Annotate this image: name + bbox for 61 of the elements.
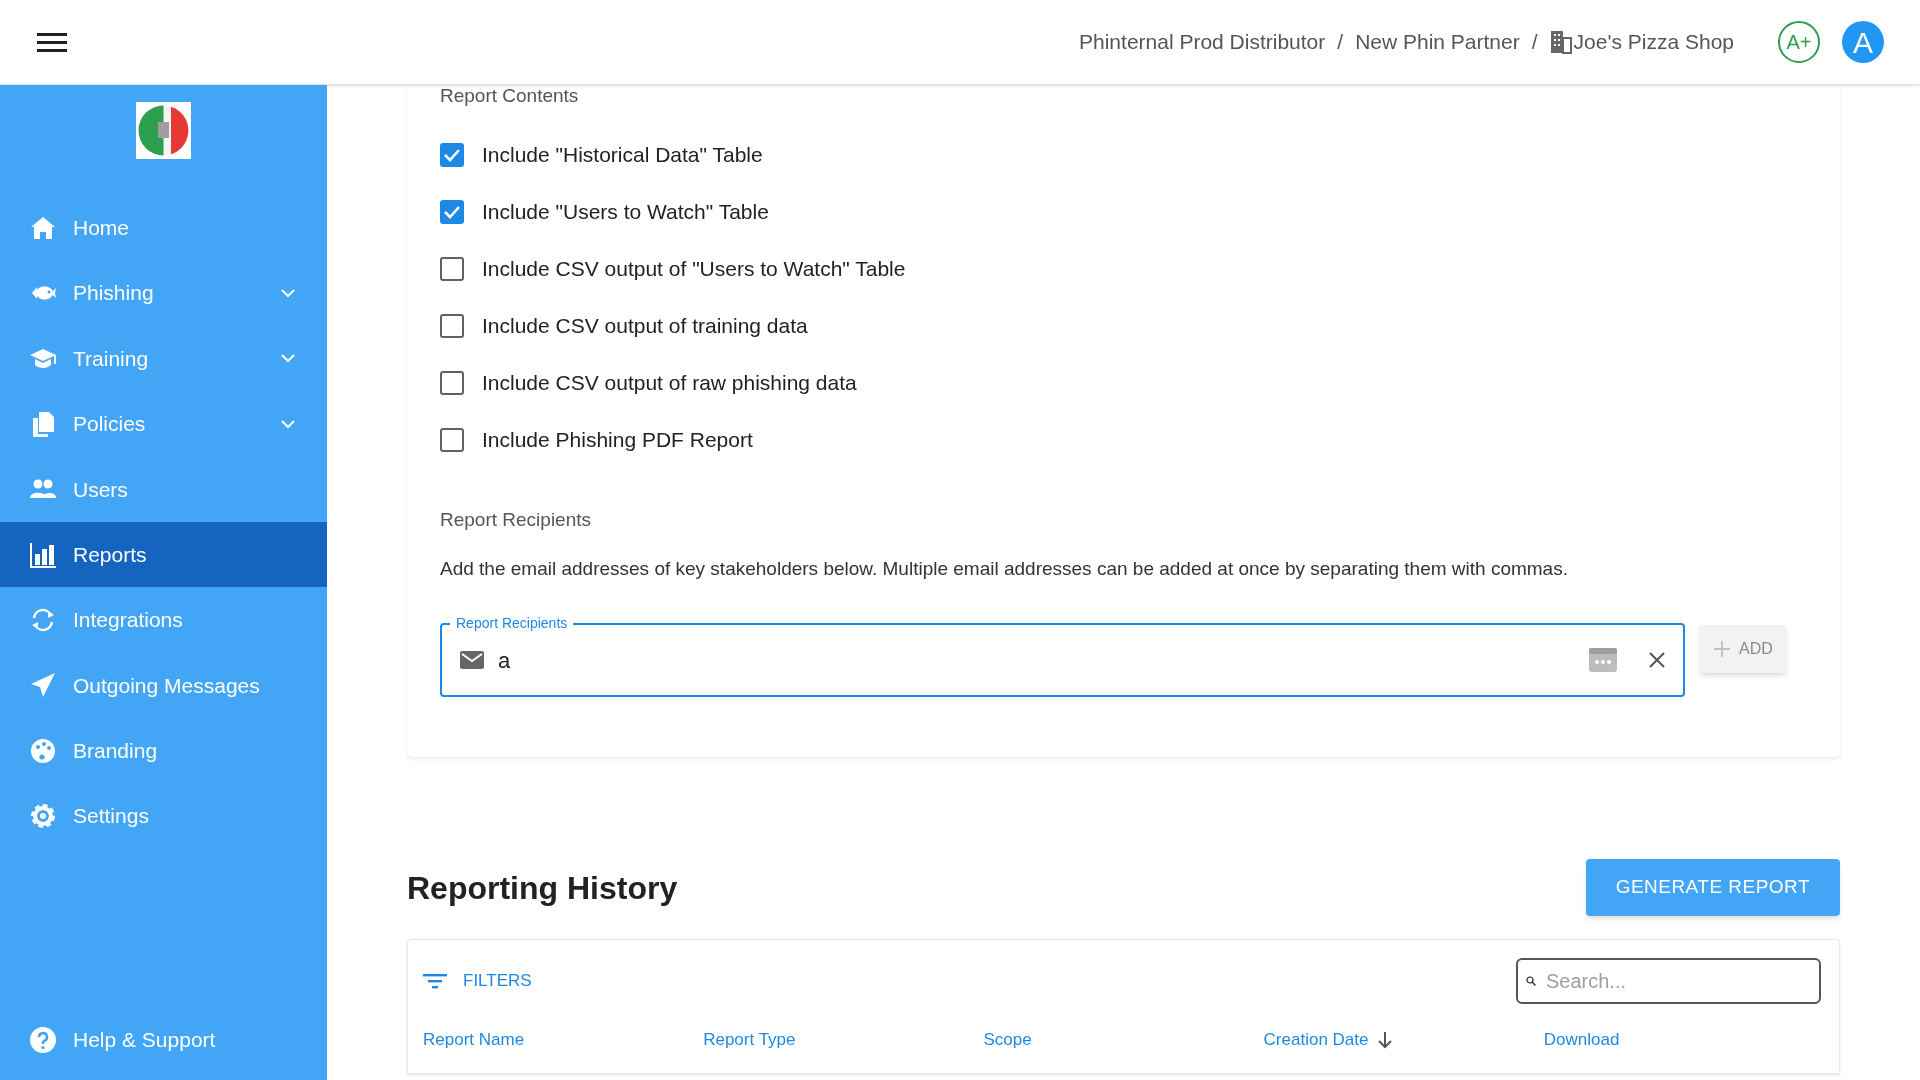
chevron-down-icon: [280, 353, 296, 364]
breadcrumb-separator: /: [1337, 29, 1344, 56]
generate-report-button[interactable]: GENERATE REPORT: [1585, 859, 1840, 916]
settings-icon: [29, 802, 57, 831]
checkbox[interactable]: [440, 143, 464, 167]
sidebar-item[interactable]: Integrations: [0, 587, 327, 653]
bar-chart-icon: [29, 540, 57, 569]
checkbox-label: Include "Users to Watch" Table: [482, 199, 769, 226]
checkmark-icon: [443, 205, 461, 219]
checkbox-label: Include Phishing PDF Report: [482, 427, 753, 454]
clear-icon[interactable]: [1649, 652, 1665, 668]
sort-arrow-icon[interactable]: [1378, 1031, 1393, 1049]
plus-icon: [1713, 640, 1731, 658]
filter-icon: [423, 971, 447, 990]
user-avatar[interactable]: A: [1842, 21, 1884, 63]
section-title: Report Contents: [440, 85, 580, 107]
column-header[interactable]: Creation Date: [1263, 1027, 1393, 1053]
checkbox[interactable]: [440, 428, 464, 452]
checkbox[interactable]: [440, 314, 464, 338]
sidebar-item[interactable]: Reports: [0, 521, 327, 588]
recipients-description: Add the email addresses of key stakeholders below. Multiple email addresses can be added at once by separating them with commas.: [440, 556, 1569, 581]
checkbox[interactable]: [440, 200, 464, 224]
search-input[interactable]: Search...: [1546, 965, 1811, 996]
checkmark-icon: [443, 148, 461, 162]
chevron-down-icon: [280, 288, 296, 299]
help-support-link[interactable]: Help & Support: [73, 1023, 216, 1056]
sidebar-item[interactable]: Phishing: [0, 260, 327, 326]
building-icon: [1549, 30, 1572, 54]
logo: [136, 102, 191, 159]
breadcrumb-link[interactable]: Joe's Pizza Shop: [1573, 26, 1734, 58]
sidebar-item[interactable]: Training: [0, 325, 327, 392]
chevron-down-icon: [280, 418, 296, 429]
search-field[interactable]: Search...: [1516, 957, 1821, 1004]
page-heading: Reporting History: [407, 868, 678, 908]
checkbox-label: Include CSV output of raw phishing data: [482, 370, 857, 397]
section-title: Report Recipients: [440, 508, 593, 532]
sidebar-item[interactable]: Home: [0, 195, 327, 261]
sidebar-item[interactable]: Settings: [0, 783, 327, 849]
sidebar-item[interactable]: Branding: [0, 718, 327, 784]
filters-button[interactable]: FILTERS: [423, 967, 532, 994]
breadcrumb-separator: /: [1531, 29, 1538, 56]
column-header[interactable]: Download: [1543, 1027, 1620, 1053]
breadcrumb-link[interactable]: Phinternal Prod Distributor: [1079, 26, 1326, 58]
email-input[interactable]: a: [498, 643, 1575, 677]
checkbox[interactable]: [440, 257, 464, 281]
palette-icon: [29, 736, 57, 765]
sidebar-item[interactable]: Policies: [0, 391, 327, 457]
checkbox-label: Include CSV output of "Users to Watch" Table: [482, 256, 906, 283]
field-label: Report Recipients: [450, 614, 574, 632]
sidebar-item[interactable]: Users: [0, 456, 327, 522]
column-header[interactable]: Scope: [983, 1027, 1032, 1053]
email-icon: [460, 651, 484, 669]
column-header[interactable]: Report Type: [703, 1027, 796, 1053]
column-header[interactable]: Report Name: [423, 1027, 525, 1053]
help-icon: [29, 1025, 57, 1054]
sidebar-item[interactable]: Outgoing Messages: [0, 652, 327, 719]
breadcrumb-link[interactable]: New Phin Partner: [1355, 26, 1520, 58]
checkbox-label: Include CSV output of training data: [482, 313, 808, 340]
checkbox[interactable]: [440, 371, 464, 395]
score-badge: A+: [1778, 21, 1820, 63]
checkbox-label: Include "Historical Data" Table: [482, 142, 763, 169]
